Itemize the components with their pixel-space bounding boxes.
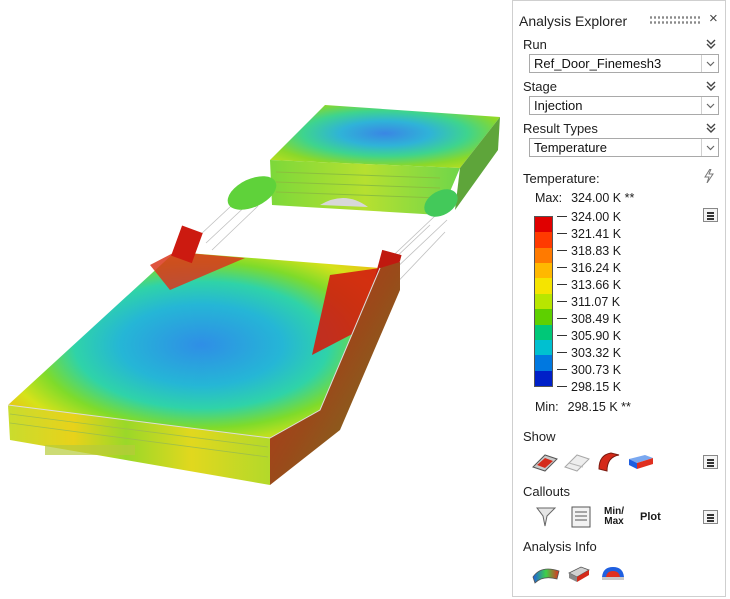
legend-tick-label: 321.41 K bbox=[557, 227, 621, 241]
legend-title: Temperature: bbox=[523, 171, 600, 186]
legend-min: Min: 298.15 K ** bbox=[535, 400, 631, 414]
legend-tick-label: 316.24 K bbox=[557, 261, 621, 275]
min-max-callout-button[interactable]: Min/ Max bbox=[604, 507, 624, 527]
run-collapse-chevron-icon[interactable] bbox=[704, 38, 718, 50]
legend-tick-label: 298.15 K bbox=[557, 380, 621, 394]
legend-color-bar bbox=[534, 216, 553, 387]
legend-menu-button[interactable] bbox=[703, 208, 718, 222]
legend-tick-label: 303.32 K bbox=[557, 346, 621, 360]
legend-tick-label: 311.07 K bbox=[557, 295, 620, 309]
plot-callout-button[interactable]: Plot bbox=[640, 512, 661, 523]
legend-max: Max: 324.00 K ** bbox=[535, 191, 634, 205]
legend-color-segment bbox=[535, 232, 552, 248]
run-select-value: Ref_Door_Finemesh3 bbox=[534, 56, 662, 71]
callouts-menu-button[interactable] bbox=[703, 510, 718, 524]
legend-color-segment bbox=[535, 263, 552, 279]
legend-tick-label: 308.49 K bbox=[557, 312, 621, 326]
result-type-select[interactable]: Temperature bbox=[529, 138, 719, 157]
chevron-down-icon bbox=[701, 55, 718, 72]
chevron-down-icon bbox=[701, 139, 718, 156]
legend-tick-label: 318.83 K bbox=[557, 244, 621, 258]
callouts-label: Callouts bbox=[523, 484, 570, 499]
legend-color-segment bbox=[535, 293, 552, 310]
model-info-icon[interactable] bbox=[565, 561, 593, 587]
result-types-label: Result Types bbox=[523, 121, 598, 136]
probe-icon[interactable] bbox=[533, 504, 561, 530]
panel-drag-handle[interactable] bbox=[649, 15, 701, 25]
result-types-collapse-chevron-icon[interactable] bbox=[704, 122, 718, 134]
lightning-icon[interactable] bbox=[704, 168, 714, 186]
model-viewport[interactable] bbox=[0, 0, 512, 599]
stage-collapse-chevron-icon[interactable] bbox=[704, 80, 718, 92]
min-max-bottom-text: Max bbox=[604, 516, 624, 527]
panel-title: Analysis Explorer bbox=[519, 13, 628, 29]
chevron-down-icon bbox=[701, 97, 718, 114]
run-select[interactable]: Ref_Door_Finemesh3 bbox=[529, 54, 719, 73]
stage-label: Stage bbox=[523, 79, 557, 94]
legend-color-segment bbox=[535, 217, 552, 233]
run-label: Run bbox=[523, 37, 547, 52]
legend-color-segment bbox=[535, 370, 552, 386]
result-surface-icon[interactable] bbox=[531, 561, 560, 587]
result-type-select-value: Temperature bbox=[534, 140, 607, 155]
legend-color-segment bbox=[535, 355, 552, 371]
mesh-info-icon[interactable] bbox=[599, 561, 627, 587]
legend-color-segment bbox=[535, 324, 552, 340]
legend-tick-label: 305.90 K bbox=[557, 329, 621, 343]
transparent-part-icon[interactable] bbox=[563, 449, 591, 475]
legend-tick-label: 313.66 K bbox=[557, 278, 621, 292]
note-icon[interactable] bbox=[567, 504, 595, 530]
legend-color-segment bbox=[535, 278, 552, 294]
stage-select[interactable]: Injection bbox=[529, 96, 719, 115]
analysis-info-label: Analysis Info bbox=[523, 539, 597, 554]
legend-min-value: 298.15 K ** bbox=[567, 400, 631, 414]
legend-color-segment bbox=[535, 309, 552, 325]
section-cut-icon[interactable] bbox=[595, 449, 623, 475]
shaded-part-icon[interactable] bbox=[531, 449, 559, 475]
close-icon[interactable]: × bbox=[709, 10, 718, 27]
legend-tick-label: 300.73 K bbox=[557, 363, 621, 377]
stage-select-value: Injection bbox=[534, 98, 583, 113]
legend-color-segment bbox=[535, 339, 552, 356]
analysis-explorer-panel: Analysis Explorer × Run Ref_Door_Finemes… bbox=[512, 0, 726, 597]
legend-min-label: Min: bbox=[535, 400, 559, 414]
legend-max-label: Max: bbox=[535, 191, 563, 205]
temperature-plot-model[interactable] bbox=[0, 0, 512, 599]
show-label: Show bbox=[523, 429, 556, 444]
legend-max-value: 324.00 K ** bbox=[571, 191, 635, 205]
box-range-icon[interactable] bbox=[627, 449, 655, 475]
legend-tick-label: 324.00 K bbox=[557, 210, 621, 224]
show-menu-button[interactable] bbox=[703, 455, 718, 469]
legend-color-segment bbox=[535, 247, 552, 264]
